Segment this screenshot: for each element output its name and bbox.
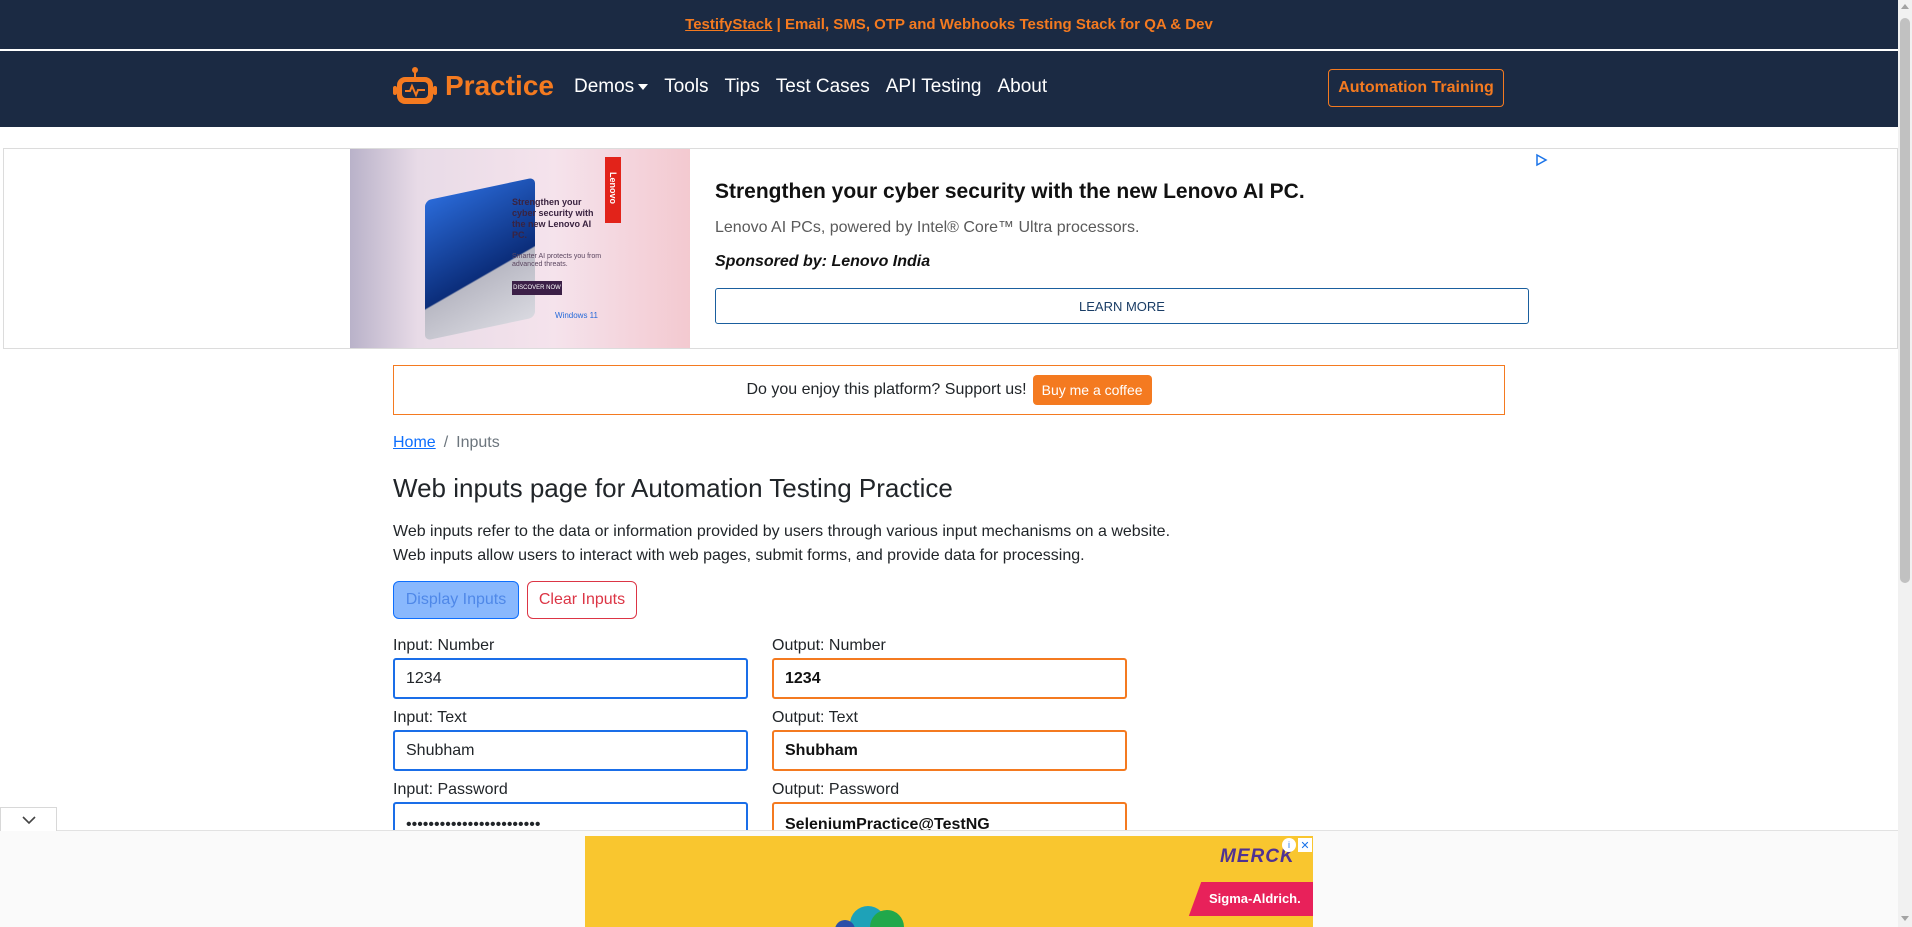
testifystack-link[interactable]: TestifyStack bbox=[685, 16, 772, 33]
collapse-ad-button[interactable] bbox=[0, 807, 57, 831]
output-number-field: 1234 bbox=[772, 658, 1127, 699]
description-line-2: Web inputs allow users to interact with … bbox=[393, 547, 1085, 564]
nav-about[interactable]: About bbox=[998, 76, 1048, 98]
ad-description: Lenovo AI PCs, powered by Intel® Core™ U… bbox=[715, 219, 1140, 236]
output-text-label: Output: Text bbox=[772, 709, 858, 726]
nav-test-cases[interactable]: Test Cases bbox=[776, 76, 870, 98]
breadcrumb: Home / Inputs bbox=[393, 434, 500, 452]
page-description: Web inputs refer to the data or informat… bbox=[393, 520, 1170, 568]
scroll-down-arrow-icon[interactable] bbox=[1901, 916, 1909, 921]
bottom-advertisement[interactable]: MERCK Sigma-Aldrich. i ✕ bbox=[585, 836, 1313, 927]
support-text: Do you enjoy this platform? Support us! bbox=[746, 381, 1027, 398]
ad-close-icon[interactable]: ✕ bbox=[1298, 838, 1312, 852]
scroll-up-arrow-icon[interactable] bbox=[1901, 4, 1909, 9]
ad-sponsor: Sponsored by: Lenovo India bbox=[715, 253, 931, 270]
input-text-field[interactable]: Shubham bbox=[393, 730, 748, 771]
ad-image-copy: Strengthen your cyber security with the … bbox=[512, 197, 594, 240]
robot-logo-icon bbox=[393, 67, 437, 104]
nav-api-testing[interactable]: API Testing bbox=[886, 76, 982, 98]
chevron-down-icon bbox=[21, 815, 36, 824]
brand-name: Practice bbox=[445, 70, 554, 101]
support-box: Do you enjoy this platform? Support us! … bbox=[393, 365, 1505, 415]
page: TestifyStack | Email, SMS, OTP and Webho… bbox=[0, 0, 1912, 927]
navbar: Practice Demos Tools Tips Test Cases API… bbox=[0, 51, 1898, 127]
windows-logo: Windows 11 bbox=[555, 311, 598, 320]
ad-image[interactable]: Lenovo Strengthen your cyber security wi… bbox=[350, 149, 690, 348]
input-number-label: Input: Number bbox=[393, 637, 495, 654]
lenovo-tag-text: Lenovo bbox=[608, 171, 618, 204]
breadcrumb-home[interactable]: Home bbox=[393, 434, 436, 452]
scrollbar[interactable] bbox=[1898, 0, 1912, 927]
adchoices-icon[interactable] bbox=[1534, 153, 1548, 167]
nav-tips[interactable]: Tips bbox=[725, 76, 760, 98]
top-banner: TestifyStack | Email, SMS, OTP and Webho… bbox=[0, 0, 1898, 50]
nav-demos[interactable]: Demos bbox=[574, 76, 649, 98]
input-text-label: Input: Text bbox=[393, 709, 467, 726]
output-password-label: Output: Password bbox=[772, 781, 900, 798]
input-number-field[interactable]: 1234 bbox=[393, 658, 748, 699]
top-banner-rest: | Email, SMS, OTP and Webhooks Testing S… bbox=[772, 16, 1213, 33]
buy-me-a-coffee-button[interactable]: Buy me a coffee bbox=[1032, 375, 1152, 405]
advertisement: Lenovo Strengthen your cyber security wi… bbox=[3, 148, 1898, 349]
input-password-label: Input: Password bbox=[393, 781, 508, 798]
page-title: Web inputs page for Automation Testing P… bbox=[393, 473, 953, 503]
brand-logo[interactable]: Practice bbox=[393, 64, 554, 108]
nav-demos-label: Demos bbox=[574, 76, 635, 97]
sigma-aldrich-logo: Sigma-Aldrich. bbox=[1209, 891, 1301, 906]
nav-links: Demos Tools Tips Test Cases API Testing … bbox=[574, 76, 1063, 98]
output-number-label: Output: Number bbox=[772, 637, 886, 654]
ad-image-small: Smarter AI protects you from advanced th… bbox=[512, 253, 602, 268]
description-line-1: Web inputs refer to the data or informat… bbox=[393, 523, 1171, 540]
ad-info-icon[interactable]: i bbox=[1282, 838, 1296, 852]
top-banner-text: TestifyStack | Email, SMS, OTP and Webho… bbox=[685, 16, 1213, 33]
ad-headline[interactable]: Strengthen your cyber security with the … bbox=[715, 180, 1305, 204]
ad-learn-more-button[interactable]: LEARN MORE bbox=[715, 288, 1529, 324]
nav-tools[interactable]: Tools bbox=[664, 76, 708, 98]
caret-down-icon bbox=[638, 84, 649, 90]
ad-content[interactable]: Lenovo Strengthen your cyber security wi… bbox=[350, 149, 1552, 348]
display-inputs-button[interactable]: Display Inputs bbox=[393, 581, 519, 619]
breadcrumb-separator: / bbox=[443, 434, 449, 451]
output-text-field: Shubham bbox=[772, 730, 1127, 771]
ad-image-cta: DISCOVER NOW bbox=[512, 281, 562, 295]
scrollbar-thumb[interactable] bbox=[1900, 18, 1910, 583]
automation-training-button[interactable]: Automation Training bbox=[1328, 69, 1504, 107]
breadcrumb-current: Inputs bbox=[456, 434, 500, 451]
clear-inputs-button[interactable]: Clear Inputs bbox=[527, 581, 637, 619]
